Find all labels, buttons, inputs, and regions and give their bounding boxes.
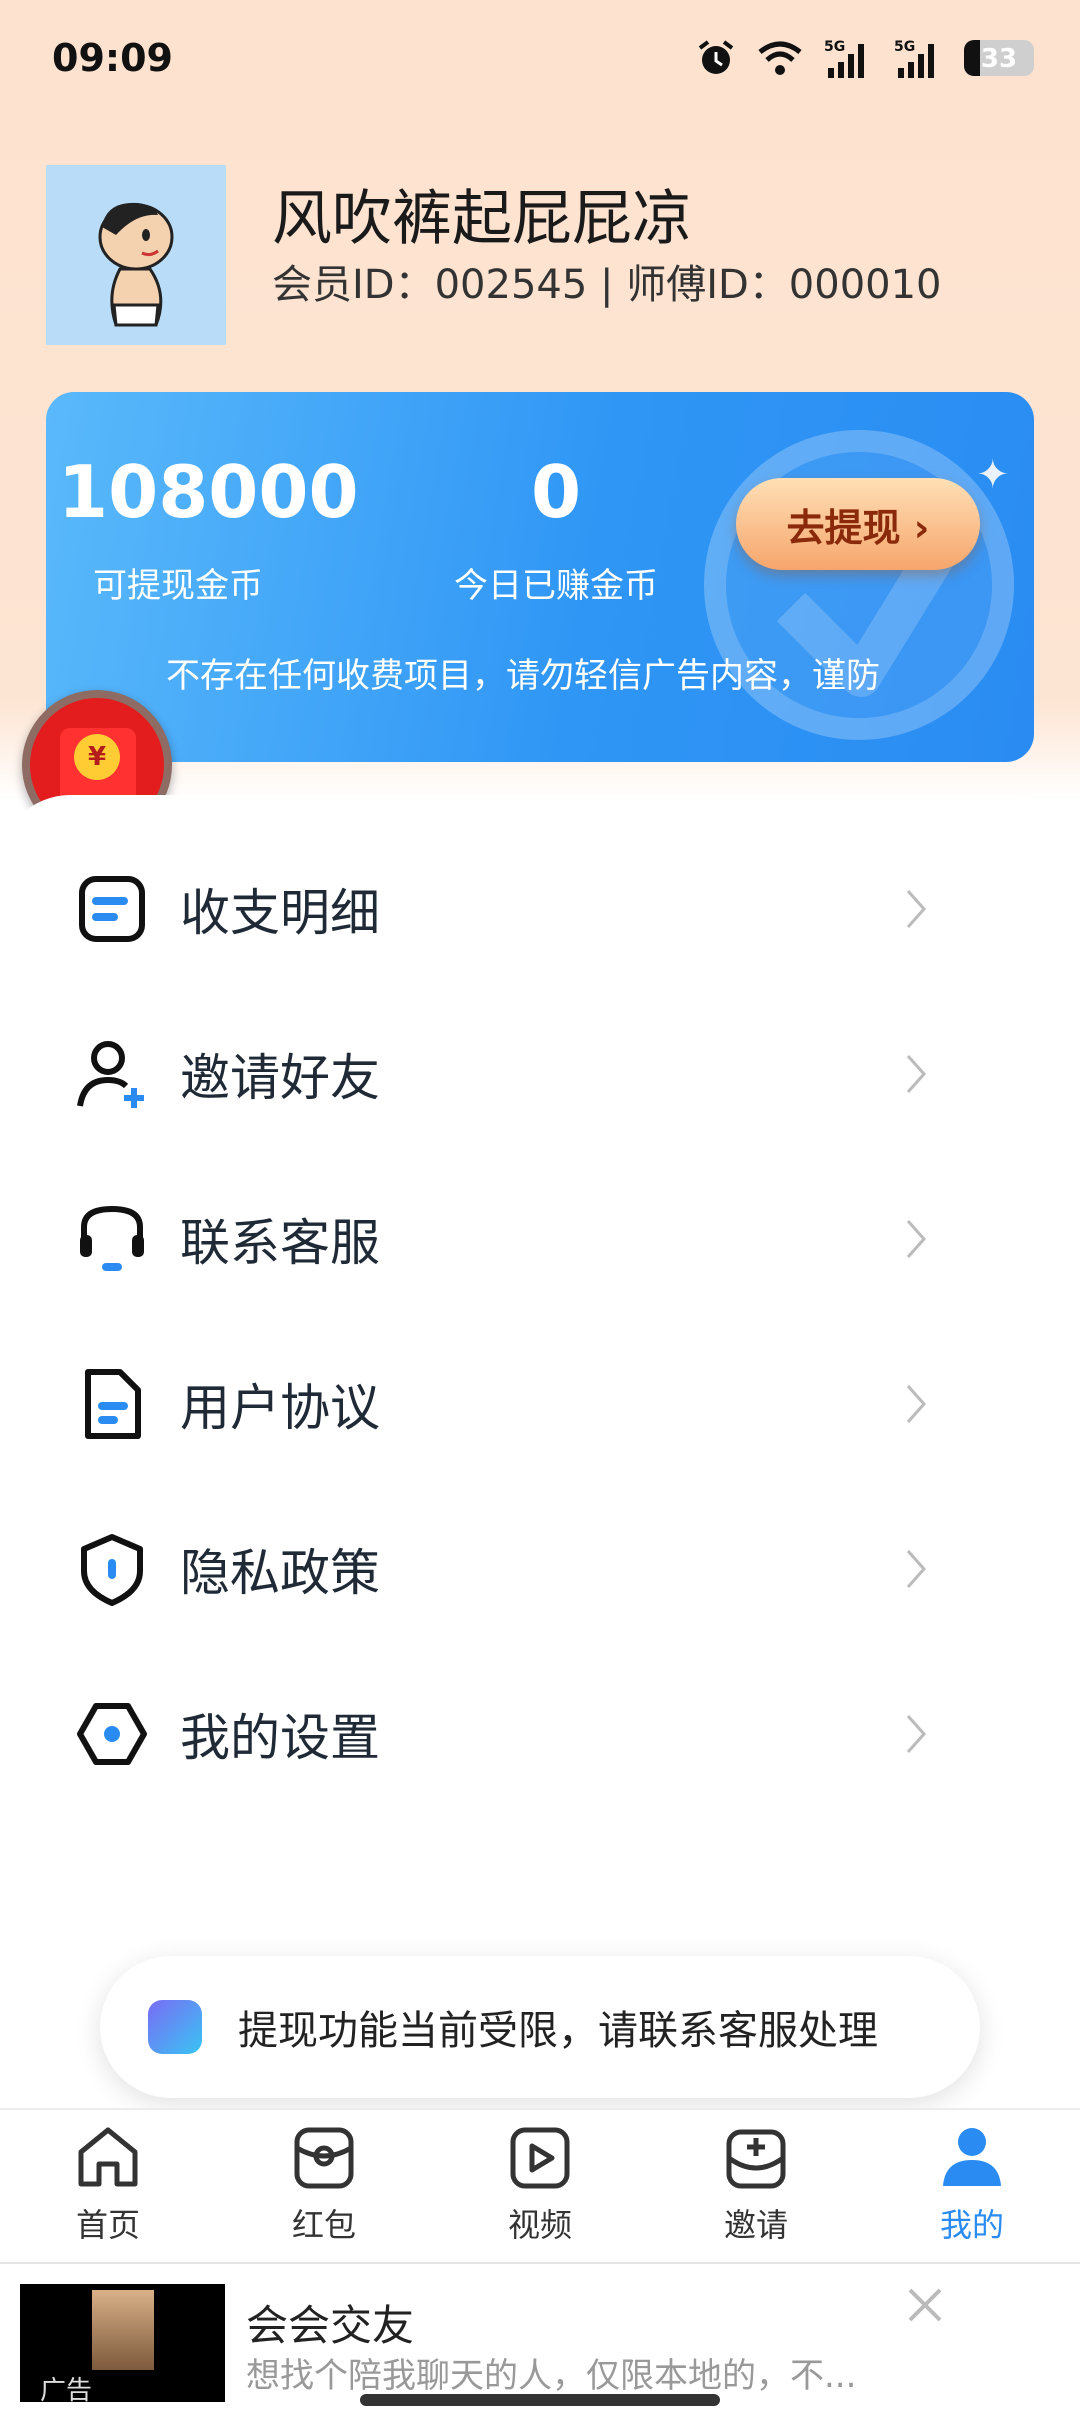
tab-label: 我的: [939, 2206, 1004, 2244]
status-icons: 5G 5G 33: [696, 38, 1034, 78]
app-screen: 09:09 5G 5G 33 风吹裤起屁屁凉 会员ID：002545 | 师傅I…: [0, 0, 1080, 2412]
menu-label: 邀请好友: [180, 1048, 380, 1107]
home-icon: [78, 2127, 138, 2187]
receipt-icon: [79, 875, 145, 942]
tab-video[interactable]: 视频: [460, 2122, 620, 2246]
menu-label: 我的设置: [180, 1708, 380, 1767]
cellular-signal-icon: 5G: [824, 39, 864, 78]
tab-label: 视频: [507, 2206, 572, 2244]
ad-description: 想找个陪我聊天的人，仅限本地的，不...: [246, 2356, 857, 2396]
alarm-icon: [698, 40, 734, 74]
chevron-right-icon: [906, 1714, 927, 1753]
menu-item-user-agreement[interactable]: 用户协议: [0, 1321, 1080, 1486]
today-earned-value: 0: [530, 450, 582, 534]
chevron-right-icon: [906, 1549, 927, 1588]
headset-icon: [80, 1205, 144, 1271]
profile-icon: [943, 2128, 1001, 2186]
menu-item-settings[interactable]: 我的设置: [0, 1651, 1080, 1816]
invite-icon: [726, 2129, 786, 2189]
tab-label: 红包: [291, 2206, 356, 2244]
menu-item-customer-service[interactable]: 联系客服: [0, 1156, 1080, 1321]
avatar[interactable]: [46, 165, 226, 345]
tab-home[interactable]: 首页: [28, 2122, 188, 2246]
battery-icon: 33: [964, 40, 1034, 76]
ad-title: 会会交友: [246, 2301, 415, 2350]
app-logo-icon: [148, 2000, 202, 2054]
menu-item-privacy-policy[interactable]: 隐私政策: [0, 1486, 1080, 1651]
withdraw-button[interactable]: 去提现 ›: [736, 478, 980, 570]
wallet-card: ✦ 108000 可提现金币 0 今日已赚金币 去提现 › 不存在任何收费项目，…: [46, 392, 1034, 762]
menu-label: 联系客服: [180, 1213, 380, 1272]
status-bar: 09:09 5G 5G 33: [0, 0, 1080, 120]
toast-text: 提现功能当前受限，请联系客服处理: [238, 2008, 878, 2054]
menu-item-invite-friends[interactable]: 邀请好友: [0, 991, 1080, 1156]
close-icon[interactable]: [900, 2280, 950, 2330]
avatar-image: [46, 165, 226, 345]
svg-text:5G: 5G: [824, 39, 845, 55]
red-packet-icon: [294, 2127, 354, 2189]
notice-marquee: 不存在任何收费项目，请勿轻信广告内容，谨防: [166, 656, 880, 696]
chevron-right-icon: [906, 1054, 927, 1093]
menu-item-transactions[interactable]: 收支明细: [0, 826, 1080, 991]
battery-level: 33: [980, 44, 1018, 74]
withdrawable-value: 108000: [58, 450, 359, 534]
document-icon: [85, 1368, 141, 1439]
today-earned-label: 今日已赚金币: [454, 566, 658, 606]
tab-label: 邀请: [723, 2206, 788, 2244]
chevron-right-icon: [906, 1219, 927, 1258]
wifi-icon: [758, 41, 802, 75]
coin-icon: ¥: [74, 734, 120, 780]
menu-label: 用户协议: [180, 1378, 380, 1437]
add-user-icon: [77, 1040, 144, 1108]
chevron-right-icon: [906, 889, 927, 928]
cellular-signal-icon: 5G: [894, 39, 934, 78]
toast-message: 提现功能当前受限，请联系客服处理: [100, 1956, 980, 2098]
shield-icon: [81, 1533, 143, 1606]
tab-red-packet[interactable]: 红包: [244, 2122, 404, 2246]
ad-photo: [92, 2290, 154, 2370]
withdrawable-stat: 108000 可提现金币: [58, 452, 359, 607]
video-icon: [510, 2127, 570, 2189]
svg-text:5G: 5G: [894, 39, 915, 55]
home-indicator[interactable]: [360, 2394, 720, 2406]
menu-label: 收支明细: [180, 883, 380, 942]
status-time: 09:09: [52, 36, 173, 80]
username: 风吹裤起屁屁凉: [272, 184, 692, 254]
menu-label: 隐私政策: [180, 1543, 380, 1602]
bottom-tab-bar: 首页 红包 视频 邀请 我的: [0, 2108, 1080, 2258]
member-ids: 会员ID：002545 | 师傅ID：000010: [272, 262, 942, 308]
ad-banner[interactable]: 广告 会会交友 想找个陪我聊天的人，仅限本地的，不...: [0, 2262, 1080, 2412]
ad-tag: 广告: [40, 2376, 93, 2406]
tab-label: 首页: [75, 2206, 140, 2244]
tab-profile[interactable]: 我的: [892, 2122, 1052, 2246]
settings-icon: [77, 1702, 147, 1765]
chevron-right-icon: [906, 1384, 927, 1423]
sparkle-icon: ✦: [976, 452, 1010, 498]
withdrawable-label: 可提现金币: [93, 566, 263, 606]
today-earned-stat: 0 今日已赚金币: [426, 452, 686, 607]
ad-thumbnail: 广告: [20, 2284, 225, 2406]
tab-invite[interactable]: 邀请: [676, 2122, 836, 2246]
